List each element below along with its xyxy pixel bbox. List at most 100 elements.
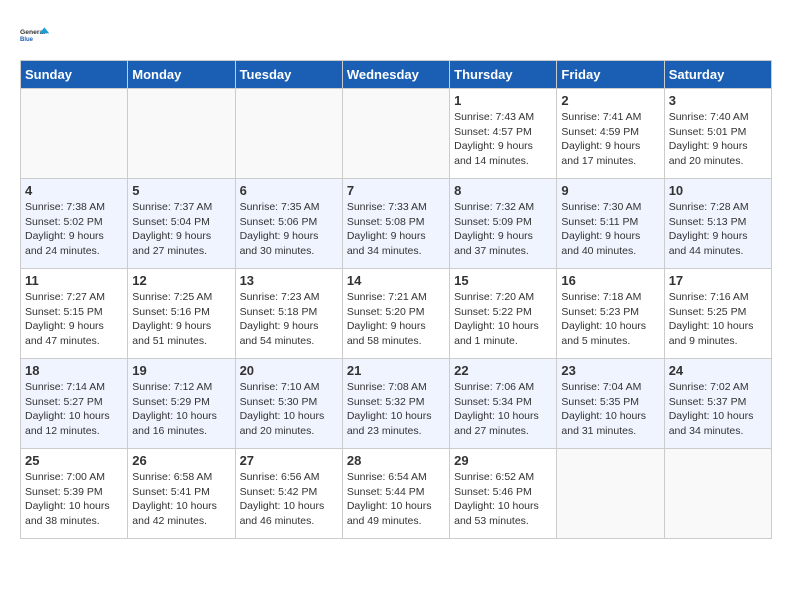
calendar-cell — [21, 89, 128, 179]
calendar-week-row: 25 Sunrise: 7:00 AM Sunset: 5:39 PM Dayli… — [21, 449, 772, 539]
calendar-cell: 23 Sunrise: 7:04 AM Sunset: 5:35 PM Dayli… — [557, 359, 664, 449]
calendar-cell: 25 Sunrise: 7:00 AM Sunset: 5:39 PM Dayli… — [21, 449, 128, 539]
weekday-header: Saturday — [664, 61, 771, 89]
calendar-cell: 12 Sunrise: 7:25 AM Sunset: 5:16 PM Dayli… — [128, 269, 235, 359]
calendar-cell: 28 Sunrise: 6:54 AM Sunset: 5:44 PM Dayli… — [342, 449, 449, 539]
day-info: Sunrise: 7:32 AM Sunset: 5:09 PM Dayligh… — [454, 200, 552, 259]
weekday-header: Sunday — [21, 61, 128, 89]
calendar-week-row: 11 Sunrise: 7:27 AM Sunset: 5:15 PM Dayli… — [21, 269, 772, 359]
calendar-cell: 19 Sunrise: 7:12 AM Sunset: 5:29 PM Dayli… — [128, 359, 235, 449]
calendar-cell: 16Sunrise: 7:18 AM Sunset: 5:23 PM Dayli… — [557, 269, 664, 359]
day-info: Sunrise: 7:04 AM Sunset: 5:35 PM Dayligh… — [561, 380, 659, 439]
calendar-cell: 7 Sunrise: 7:33 AM Sunset: 5:08 PM Daylig… — [342, 179, 449, 269]
header-row: SundayMondayTuesdayWednesdayThursdayFrid… — [21, 61, 772, 89]
day-info: Sunrise: 7:16 AM Sunset: 5:25 PM Dayligh… — [669, 290, 767, 349]
calendar-cell: 29Sunrise: 6:52 AM Sunset: 5:46 PM Dayli… — [450, 449, 557, 539]
day-info: Sunrise: 7:08 AM Sunset: 5:32 PM Dayligh… — [347, 380, 445, 439]
day-info: Sunrise: 7:38 AM Sunset: 5:02 PM Dayligh… — [25, 200, 123, 259]
day-number: 26 — [132, 453, 230, 468]
calendar-week-row: 4 Sunrise: 7:38 AM Sunset: 5:02 PM Daylig… — [21, 179, 772, 269]
calendar-cell: 3 Sunrise: 7:40 AM Sunset: 5:01 PM Daylig… — [664, 89, 771, 179]
day-number: 24 — [669, 363, 767, 378]
day-number: 12 — [132, 273, 230, 288]
calendar-cell: 24 Sunrise: 7:02 AM Sunset: 5:37 PM Dayli… — [664, 359, 771, 449]
day-info: Sunrise: 7:37 AM Sunset: 5:04 PM Dayligh… — [132, 200, 230, 259]
calendar-cell — [128, 89, 235, 179]
calendar-cell: 27 Sunrise: 6:56 AM Sunset: 5:42 PM Dayli… — [235, 449, 342, 539]
calendar-cell: 8 Sunrise: 7:32 AM Sunset: 5:09 PM Daylig… — [450, 179, 557, 269]
calendar-cell: 22Sunrise: 7:06 AM Sunset: 5:34 PM Dayli… — [450, 359, 557, 449]
day-number: 3 — [669, 93, 767, 108]
day-number: 22 — [454, 363, 552, 378]
day-number: 7 — [347, 183, 445, 198]
day-number: 18 — [25, 363, 123, 378]
day-info: Sunrise: 7:25 AM Sunset: 5:16 PM Dayligh… — [132, 290, 230, 349]
calendar-cell — [235, 89, 342, 179]
calendar-body: 1 Sunrise: 7:43 AM Sunset: 4:57 PM Daylig… — [21, 89, 772, 539]
calendar-week-row: 1 Sunrise: 7:43 AM Sunset: 4:57 PM Daylig… — [21, 89, 772, 179]
day-info: Sunrise: 6:56 AM Sunset: 5:42 PM Dayligh… — [240, 470, 338, 529]
calendar-cell — [557, 449, 664, 539]
day-info: Sunrise: 6:54 AM Sunset: 5:44 PM Dayligh… — [347, 470, 445, 529]
day-info: Sunrise: 6:58 AM Sunset: 5:41 PM Dayligh… — [132, 470, 230, 529]
calendar-cell: 5 Sunrise: 7:37 AM Sunset: 5:04 PM Daylig… — [128, 179, 235, 269]
calendar-cell: 2 Sunrise: 7:41 AM Sunset: 4:59 PM Daylig… — [557, 89, 664, 179]
day-number: 8 — [454, 183, 552, 198]
day-info: Sunrise: 7:28 AM Sunset: 5:13 PM Dayligh… — [669, 200, 767, 259]
calendar-cell: 10Sunrise: 7:28 AM Sunset: 5:13 PM Dayli… — [664, 179, 771, 269]
day-number: 16 — [561, 273, 659, 288]
day-number: 20 — [240, 363, 338, 378]
day-number: 5 — [132, 183, 230, 198]
calendar-cell: 20 Sunrise: 7:10 AM Sunset: 5:30 PM Dayli… — [235, 359, 342, 449]
day-number: 1 — [454, 93, 552, 108]
calendar-cell: 13 Sunrise: 7:23 AM Sunset: 5:18 PM Dayli… — [235, 269, 342, 359]
day-info: Sunrise: 7:27 AM Sunset: 5:15 PM Dayligh… — [25, 290, 123, 349]
day-info: Sunrise: 7:00 AM Sunset: 5:39 PM Dayligh… — [25, 470, 123, 529]
weekday-header: Thursday — [450, 61, 557, 89]
day-number: 29 — [454, 453, 552, 468]
day-info: Sunrise: 7:20 AM Sunset: 5:22 PM Dayligh… — [454, 290, 552, 349]
day-info: Sunrise: 7:33 AM Sunset: 5:08 PM Dayligh… — [347, 200, 445, 259]
weekday-header: Tuesday — [235, 61, 342, 89]
svg-text:Blue: Blue — [20, 37, 34, 43]
day-info: Sunrise: 7:10 AM Sunset: 5:30 PM Dayligh… — [240, 380, 338, 439]
day-number: 14 — [347, 273, 445, 288]
day-number: 23 — [561, 363, 659, 378]
day-info: Sunrise: 7:40 AM Sunset: 5:01 PM Dayligh… — [669, 110, 767, 169]
calendar-cell: 11 Sunrise: 7:27 AM Sunset: 5:15 PM Dayli… — [21, 269, 128, 359]
logo-icon: GeneralBlue — [20, 20, 50, 50]
day-number: 6 — [240, 183, 338, 198]
calendar-cell: 17Sunrise: 7:16 AM Sunset: 5:25 PM Dayli… — [664, 269, 771, 359]
day-info: Sunrise: 7:12 AM Sunset: 5:29 PM Dayligh… — [132, 380, 230, 439]
day-number: 19 — [132, 363, 230, 378]
calendar-cell: 18Sunrise: 7:14 AM Sunset: 5:27 PM Dayli… — [21, 359, 128, 449]
day-number: 27 — [240, 453, 338, 468]
calendar-cell: 26 Sunrise: 6:58 AM Sunset: 5:41 PM Dayli… — [128, 449, 235, 539]
calendar-cell: 4 Sunrise: 7:38 AM Sunset: 5:02 PM Daylig… — [21, 179, 128, 269]
day-number: 4 — [25, 183, 123, 198]
day-number: 21 — [347, 363, 445, 378]
weekday-header: Friday — [557, 61, 664, 89]
calendar-cell: 14 Sunrise: 7:21 AM Sunset: 5:20 PM Dayli… — [342, 269, 449, 359]
day-number: 11 — [25, 273, 123, 288]
day-number: 15 — [454, 273, 552, 288]
day-number: 2 — [561, 93, 659, 108]
day-info: Sunrise: 7:35 AM Sunset: 5:06 PM Dayligh… — [240, 200, 338, 259]
calendar-cell: 9Sunrise: 7:30 AM Sunset: 5:11 PM Daylig… — [557, 179, 664, 269]
calendar-table: SundayMondayTuesdayWednesdayThursdayFrid… — [20, 60, 772, 539]
logo: GeneralBlue — [20, 20, 54, 50]
day-number: 28 — [347, 453, 445, 468]
calendar-cell: 21 Sunrise: 7:08 AM Sunset: 5:32 PM Dayli… — [342, 359, 449, 449]
calendar-week-row: 18Sunrise: 7:14 AM Sunset: 5:27 PM Dayli… — [21, 359, 772, 449]
day-number: 13 — [240, 273, 338, 288]
calendar-cell: 1 Sunrise: 7:43 AM Sunset: 4:57 PM Daylig… — [450, 89, 557, 179]
day-info: Sunrise: 7:02 AM Sunset: 5:37 PM Dayligh… — [669, 380, 767, 439]
weekday-header: Wednesday — [342, 61, 449, 89]
calendar-cell: 6 Sunrise: 7:35 AM Sunset: 5:06 PM Daylig… — [235, 179, 342, 269]
day-number: 25 — [25, 453, 123, 468]
day-info: Sunrise: 7:23 AM Sunset: 5:18 PM Dayligh… — [240, 290, 338, 349]
day-info: Sunrise: 7:21 AM Sunset: 5:20 PM Dayligh… — [347, 290, 445, 349]
day-info: Sunrise: 7:43 AM Sunset: 4:57 PM Dayligh… — [454, 110, 552, 169]
day-info: Sunrise: 7:30 AM Sunset: 5:11 PM Dayligh… — [561, 200, 659, 259]
day-info: Sunrise: 7:41 AM Sunset: 4:59 PM Dayligh… — [561, 110, 659, 169]
